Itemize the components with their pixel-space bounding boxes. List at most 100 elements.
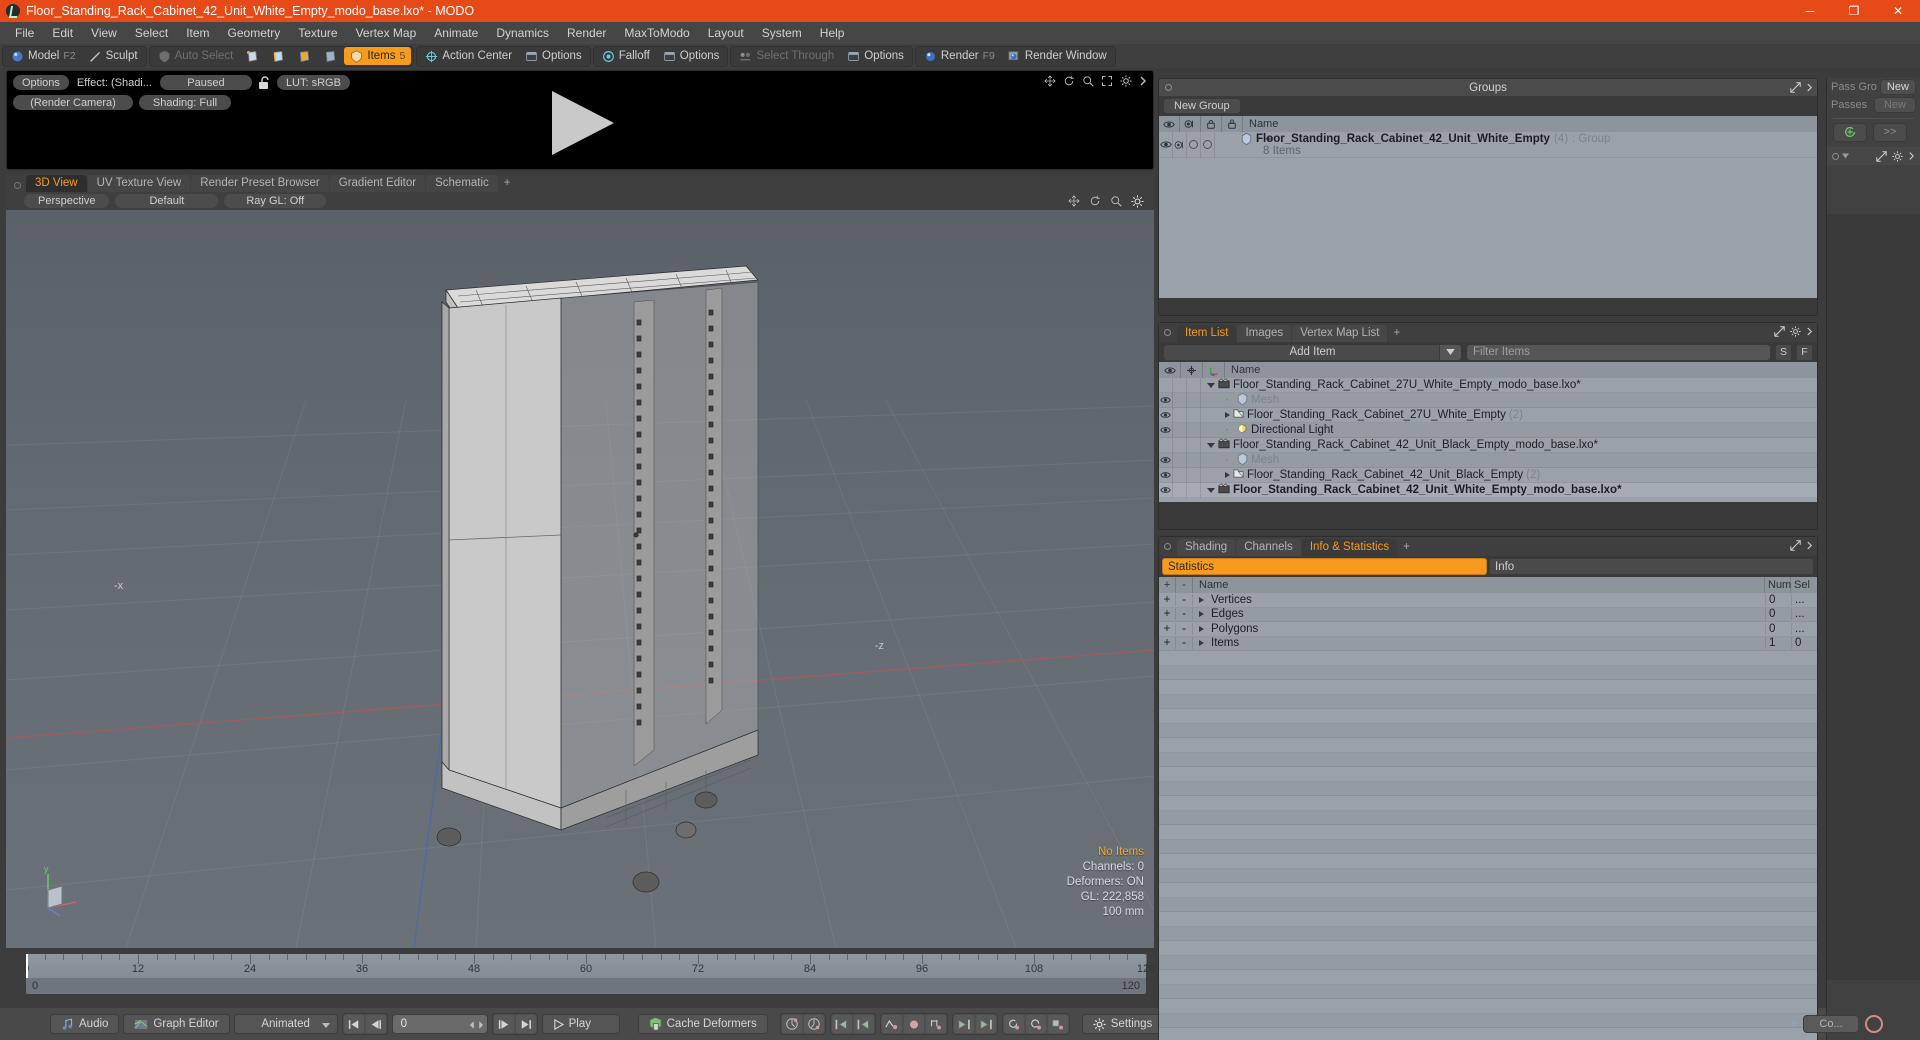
expand-icon-info[interactable] — [1790, 540, 1801, 551]
stat-add-button[interactable]: + — [1159, 593, 1176, 606]
col-render-icon[interactable] — [1180, 116, 1201, 132]
item-row-visibility-toggle[interactable] — [1159, 378, 1173, 393]
collapse-arrow-icon[interactable] — [1207, 487, 1215, 493]
menu-item[interactable]: Item — [177, 24, 218, 42]
unlock-icon[interactable] — [258, 75, 271, 90]
collapse-arrow-icon[interactable] — [1207, 382, 1215, 388]
row-lock-toggle[interactable] — [1187, 131, 1201, 158]
viewport-raygl-button[interactable]: Ray GL: Off — [224, 194, 327, 208]
info-panel-menu-icon[interactable] — [1164, 543, 1171, 550]
item-row-lock-toggle[interactable] — [1173, 392, 1187, 408]
preview-shading-button[interactable]: Shading: Full — [139, 95, 231, 110]
zoom-icon[interactable] — [1082, 75, 1094, 87]
statistics-row[interactable]: + - Polygons 0... — [1159, 622, 1817, 637]
stat-expand-arrow-icon[interactable] — [1199, 611, 1204, 618]
menu-edit[interactable]: Edit — [43, 24, 82, 42]
menu-view[interactable]: View — [82, 24, 126, 42]
item-row-axis-toggle[interactable] — [1187, 437, 1201, 453]
gear-icon-item-list[interactable] — [1790, 326, 1801, 337]
auto-select-button[interactable]: Auto Select — [152, 47, 240, 65]
prev-key-button[interactable] — [831, 1015, 852, 1033]
forward-pass-button[interactable]: >> — [1873, 122, 1907, 142]
tab-render-preset-browser[interactable]: Render Preset Browser — [191, 175, 329, 192]
rotate-icon-viewport[interactable] — [1089, 195, 1101, 207]
statistics-rows[interactable]: + - Vertices 0... + - Edges 0... + - Polygons 0... +… — [1159, 593, 1817, 1040]
menu-dynamics[interactable]: Dynamics — [487, 24, 558, 42]
item-row-lock-toggle[interactable] — [1173, 452, 1187, 468]
move-icon-viewport[interactable] — [1068, 195, 1080, 207]
tab-info-statistics[interactable]: Info & Statistics — [1301, 539, 1398, 556]
animation-mode-select[interactable]: Animated — [233, 1014, 338, 1034]
col-select-icon[interactable] — [1222, 116, 1243, 132]
menu-layout[interactable]: Layout — [699, 24, 753, 42]
tab-item-list[interactable]: Item List — [1177, 325, 1237, 342]
groups-list[interactable]: + Floor_Standing_Rack_Cabinet_42_Unit_Wh… — [1159, 131, 1817, 298]
step-back-button[interactable] — [365, 1015, 386, 1033]
render-preview-pane[interactable]: Options Effect: (Shadi... Paused LUT: sR… — [6, 70, 1154, 170]
statistics-row[interactable]: + - Items 1 0 — [1159, 636, 1817, 651]
col-eye-icon[interactable] — [1159, 116, 1180, 132]
play-button[interactable]: Play — [541, 1014, 620, 1034]
expand-icon-far[interactable] — [1876, 150, 1887, 162]
refresh-pass-button[interactable] — [1833, 122, 1867, 142]
statistics-segment[interactable]: Statistics — [1162, 558, 1487, 575]
statistics-row[interactable]: + - Vertices 0... — [1159, 593, 1817, 608]
item-list-row[interactable]: · Mesh — [1159, 452, 1817, 468]
item-row-visibility-toggle[interactable] — [1159, 452, 1173, 468]
chevron-right-icon[interactable] — [1139, 75, 1147, 87]
preview-effect-label[interactable]: Effect: (Shadi... — [75, 75, 154, 90]
item-row-visibility-toggle[interactable] — [1159, 437, 1173, 453]
stat-add-button[interactable]: + — [1159, 622, 1176, 635]
menu-file[interactable]: File — [6, 24, 43, 42]
curve-key-button[interactable] — [881, 1015, 902, 1033]
item-row-axis-toggle[interactable] — [1187, 482, 1201, 498]
tab-schematic[interactable]: Schematic — [426, 175, 498, 192]
timeline-panel[interactable]: 0 12 24 36 48 60 72 84 96 108 120 0 120 — [6, 950, 1155, 1008]
item-row-visibility-toggle[interactable] — [1159, 422, 1173, 438]
col-lock-icon[interactable] — [1201, 116, 1222, 132]
row-render-toggle[interactable] — [1173, 131, 1187, 158]
skip-end-button[interactable] — [515, 1015, 536, 1033]
viewport-shading-style-button[interactable]: Default — [115, 194, 219, 208]
item-row-lock-toggle[interactable] — [1173, 467, 1187, 483]
timeline-playhead[interactable] — [26, 954, 28, 978]
tab-shading[interactable]: Shading — [1177, 539, 1236, 556]
lock-checkbox[interactable] — [1189, 140, 1198, 149]
polygon-mode-button[interactable] — [292, 47, 317, 65]
rotate-key-button[interactable] — [1025, 1015, 1046, 1033]
move-icon[interactable] — [1044, 75, 1056, 87]
chevron-right-icon-item-list[interactable] — [1806, 326, 1813, 337]
select-through-button[interactable]: Select Through — [733, 47, 840, 65]
add-item-dropdown[interactable]: Add Item — [1163, 343, 1462, 361]
edge-mode-button[interactable] — [266, 47, 291, 65]
gear-icon-far[interactable] — [1892, 150, 1903, 162]
expand-plus-icon[interactable]: + — [1265, 131, 1273, 146]
key-remove-button[interactable] — [803, 1015, 824, 1033]
key-end-button[interactable] — [975, 1015, 996, 1033]
tab-add-button[interactable]: + — [499, 175, 516, 192]
item-list-row[interactable]: Floor_Standing_Rack_Cabinet_27U_White_Em… — [1159, 407, 1817, 423]
key-add-button[interactable] — [781, 1015, 802, 1033]
filter-s-button[interactable]: S — [1775, 343, 1792, 361]
item-row-visibility-toggle[interactable] — [1159, 482, 1173, 498]
item-row-axis-toggle[interactable] — [1187, 392, 1201, 408]
item-col-lock-icon[interactable] — [1181, 362, 1203, 378]
item-row-lock-toggle[interactable] — [1173, 482, 1187, 498]
close-button[interactable]: ✕ — [1876, 0, 1920, 22]
select-through-options-button[interactable]: Options — [841, 47, 910, 65]
item-row-axis-toggle[interactable] — [1187, 467, 1201, 483]
menu-select[interactable]: Select — [126, 24, 177, 42]
next-key-back-button[interactable] — [853, 1015, 874, 1033]
item-row-visibility-toggle[interactable] — [1159, 392, 1173, 408]
auto-key-button[interactable] — [1003, 1015, 1024, 1033]
tab-uv-texture-view[interactable]: UV Texture View — [87, 175, 191, 192]
viewport-perspective-button[interactable]: Perspective — [24, 194, 110, 208]
item-row-lock-toggle[interactable] — [1173, 437, 1187, 453]
menu-texture[interactable]: Texture — [289, 24, 346, 42]
stat-remove-button[interactable]: - — [1176, 608, 1193, 621]
row-select-toggle[interactable] — [1201, 131, 1215, 158]
item-col-eye-icon[interactable] — [1159, 362, 1181, 378]
zoom-icon-viewport[interactable] — [1110, 195, 1122, 207]
menu-animate[interactable]: Animate — [425, 24, 487, 42]
maximize-button[interactable]: ❐ — [1832, 0, 1876, 22]
